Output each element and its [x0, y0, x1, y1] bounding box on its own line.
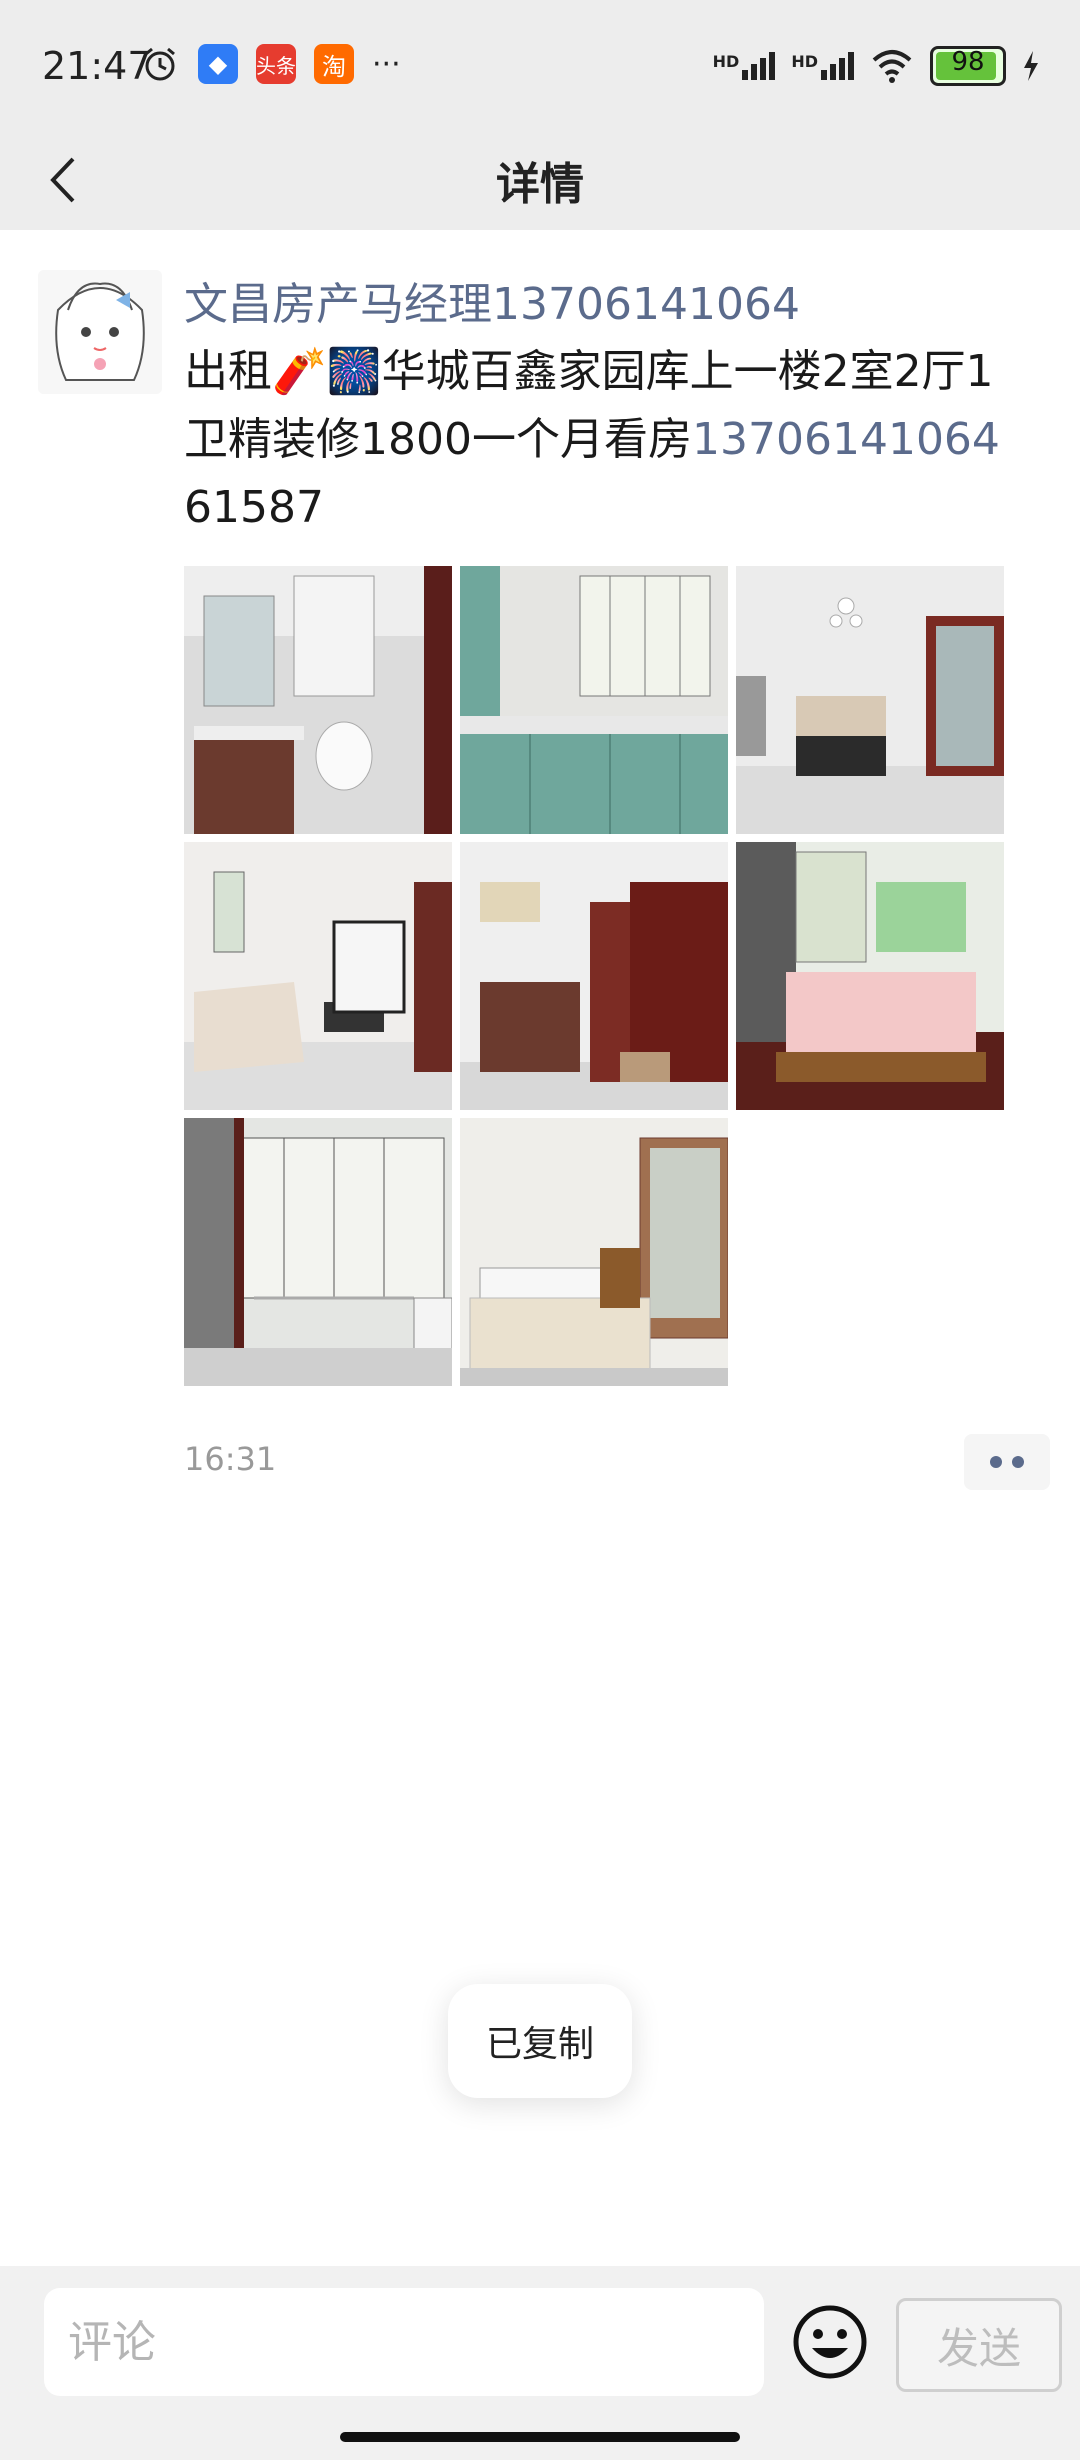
photo-living-room[interactable] [184, 842, 452, 1110]
comment-bar: 发送 [0, 2266, 1080, 2460]
photo-bedroom[interactable] [736, 842, 1004, 1110]
status-bar: 21:47 ◆ 头条 淘 ··· HD HD 98 [0, 0, 1080, 130]
phone-link[interactable]: 13706141064 [692, 414, 1000, 465]
photo-kitchen[interactable] [460, 566, 728, 834]
signal-icon-1: HD [713, 52, 776, 80]
post-content-suffix: 61587 [184, 482, 324, 533]
copied-toast: 已复制 [448, 1984, 632, 2098]
post-content: 出租🧨🎆华城百鑫家园库上一楼2室2厅1卫精装修1800一个月看房13706141… [184, 338, 1024, 542]
status-right-group: HD HD 98 [713, 46, 1040, 86]
photo-entrance[interactable] [460, 842, 728, 1110]
status-notification-icons: ◆ 头条 淘 ··· [140, 44, 401, 84]
taobao-icon: 淘 [314, 44, 354, 84]
home-indicator[interactable] [340, 2432, 740, 2442]
comment-input[interactable] [44, 2288, 764, 2396]
toutiao-icon: 头条 [256, 44, 296, 84]
send-button[interactable]: 发送 [896, 2298, 1062, 2392]
dot-icon [990, 1456, 1002, 1468]
back-button[interactable] [30, 148, 94, 212]
battery-icon: 98 [930, 46, 1006, 86]
top-nav-bar: 详情 [0, 130, 1080, 230]
photo-balcony[interactable] [184, 1118, 452, 1386]
page-title: 详情 [496, 159, 584, 210]
charging-icon [1024, 51, 1038, 81]
photo-grid [184, 566, 1004, 1386]
photo-bedroom-2[interactable] [460, 1118, 728, 1386]
author-avatar[interactable] [38, 270, 162, 394]
smiley-icon [793, 2305, 867, 2379]
status-time: 21:47 [42, 44, 152, 88]
emoji-button[interactable] [790, 2302, 870, 2382]
photo-bathroom[interactable] [184, 566, 452, 834]
photo-dining-room[interactable] [736, 566, 1004, 834]
post-time: 16:31 [184, 1440, 277, 1478]
chevron-left-icon [50, 157, 75, 203]
more-notifications-icon: ··· [372, 46, 401, 82]
author-name[interactable]: 文昌房产马经理13706141064 [184, 268, 800, 332]
avatar-illustration-icon [38, 270, 162, 394]
wifi-icon [872, 50, 912, 83]
dot-icon [1012, 1456, 1024, 1468]
more-actions-button[interactable] [964, 1434, 1050, 1490]
app-notification-icon-blue: ◆ [198, 44, 238, 84]
alarm-icon [145, 47, 175, 81]
signal-icon-2: HD [791, 52, 854, 80]
